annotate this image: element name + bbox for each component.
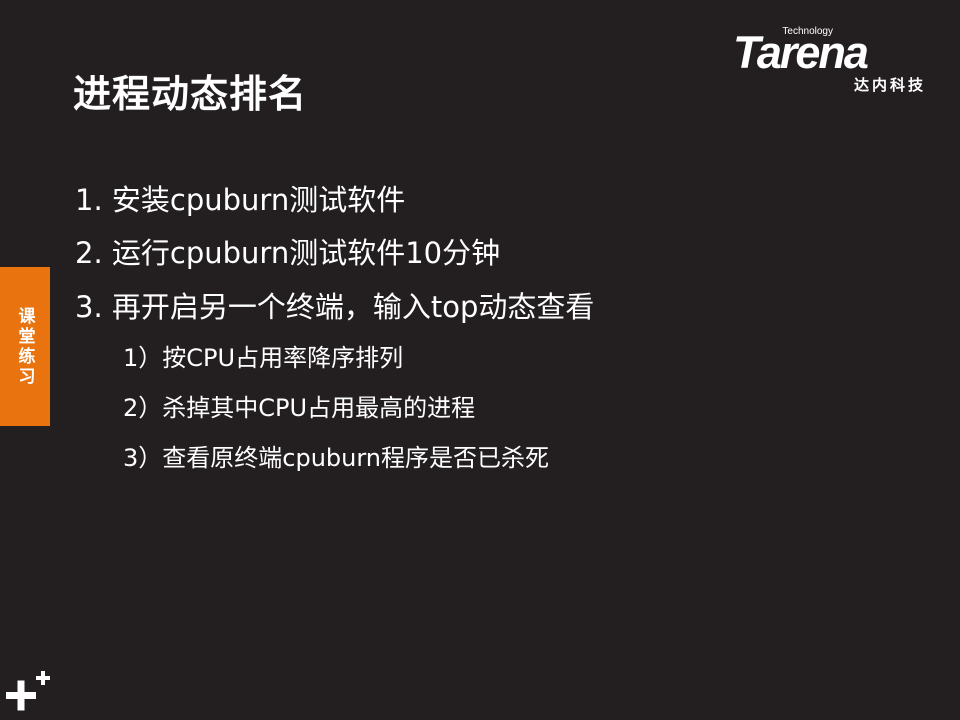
sub-item-1: 1）按CPU占用率降序排列 xyxy=(123,344,404,372)
logo-wordmark: Tarena xyxy=(733,27,869,78)
list-item-2: 2. 运行cpuburn测试软件10分钟 xyxy=(75,236,501,270)
slide-title: 进程动态排名 xyxy=(73,72,308,116)
sub-item-3: 3）查看原终端cpuburn程序是否已杀死 xyxy=(123,444,550,472)
sub-item-2: 2）杀掉其中CPU占用最高的进程 xyxy=(123,394,476,422)
side-tab-classroom-exercise: 课堂练习 xyxy=(0,267,50,426)
side-tab-label: 课堂练习 xyxy=(14,306,35,387)
plus-plus-icon xyxy=(6,671,50,711)
slide: 进程动态排名 Technology Tarena 达内科技 课堂练习 1. 安装… xyxy=(0,0,960,720)
logo-chinese-name: 达内科技 xyxy=(853,76,926,94)
list-item-3: 3. 再开启另一个终端，输入top动态查看 xyxy=(75,290,595,324)
list-item-1: 1. 安装cpuburn测试软件 xyxy=(75,183,406,217)
tarena-logo: Technology Tarena 达内科技 xyxy=(733,26,929,96)
